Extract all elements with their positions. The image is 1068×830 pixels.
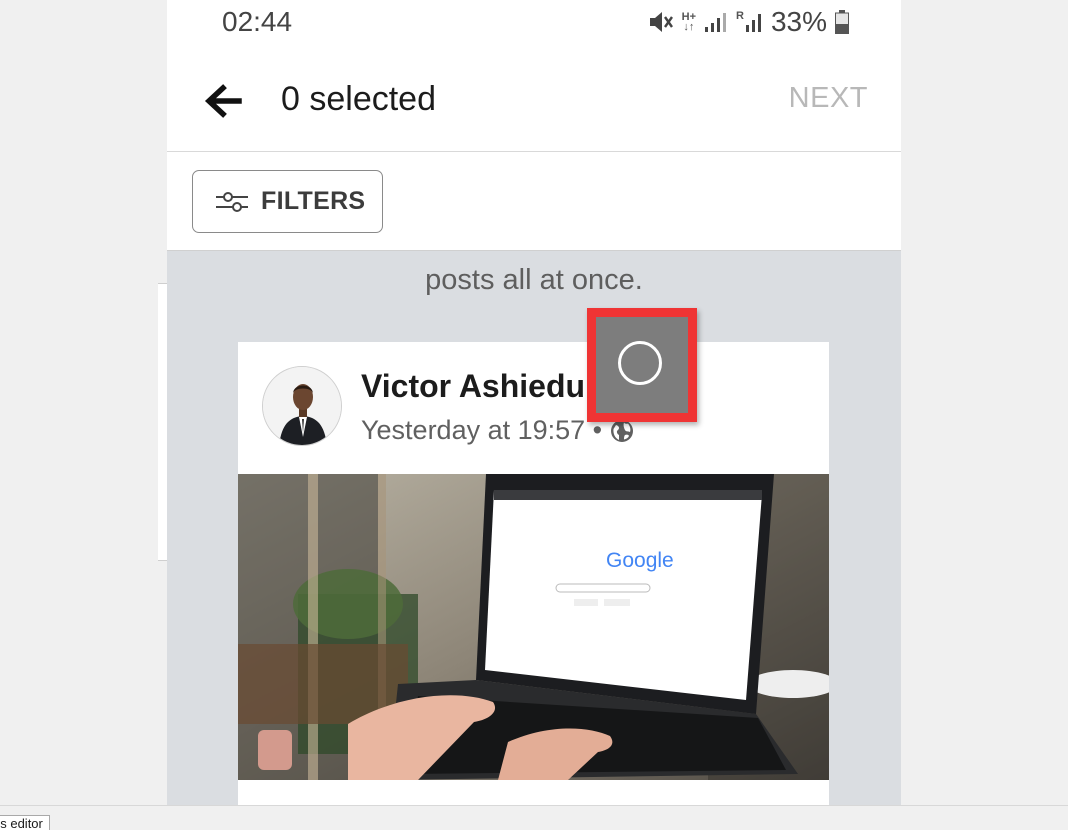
phone-screen: 02:44 H+ ↓↑ R 33% 0 selected NEXT FILTER…: [167, 0, 901, 805]
filters-button[interactable]: FILTERS: [192, 170, 383, 233]
avatar: [262, 366, 342, 446]
back-button[interactable]: [203, 83, 243, 119]
post-photo[interactable]: Google: [238, 474, 829, 780]
mute-icon: [648, 9, 674, 35]
sliders-icon: [216, 191, 248, 212]
next-button[interactable]: NEXT: [789, 82, 868, 115]
network-type-icon: H+ ↓↑: [682, 12, 696, 33]
post-card[interactable]: Victor Ashiedu Yesterday at 19:57 • Goog…: [238, 342, 829, 805]
filters-label: FILTERS: [261, 187, 366, 215]
roaming-label: R: [736, 10, 744, 22]
select-checkbox-background: [596, 317, 688, 413]
globe-icon: [611, 419, 634, 442]
status-time: 02:44: [222, 6, 293, 37]
selection-count-title: 0 selected: [281, 80, 436, 118]
feed-description-text: posts all at once.: [425, 264, 643, 296]
signal-icon: [704, 11, 728, 33]
battery-icon: [835, 10, 849, 34]
post-timestamp: Yesterday at 19:57 •: [361, 415, 603, 445]
post-author: Victor Ashiedu: [361, 368, 586, 404]
status-bar: 02:44 H+ ↓↑ R 33%: [167, 0, 901, 52]
filter-bar: FILTERS: [167, 152, 901, 251]
taskbar: us editor: [0, 805, 1068, 830]
app-bar: 0 selected NEXT: [167, 52, 901, 152]
battery-percent: 33%: [770, 6, 827, 37]
arrow-left-icon: [204, 84, 242, 118]
roaming-signal-icon: R: [736, 11, 763, 33]
post-select-toggle[interactable]: [587, 308, 697, 422]
data-arrows-icon: ↓↑: [683, 21, 695, 33]
select-circle-icon: [618, 341, 662, 385]
google-logo-text: Google: [606, 549, 674, 572]
status-icons: H+ ↓↑ R 33%: [648, 6, 849, 38]
